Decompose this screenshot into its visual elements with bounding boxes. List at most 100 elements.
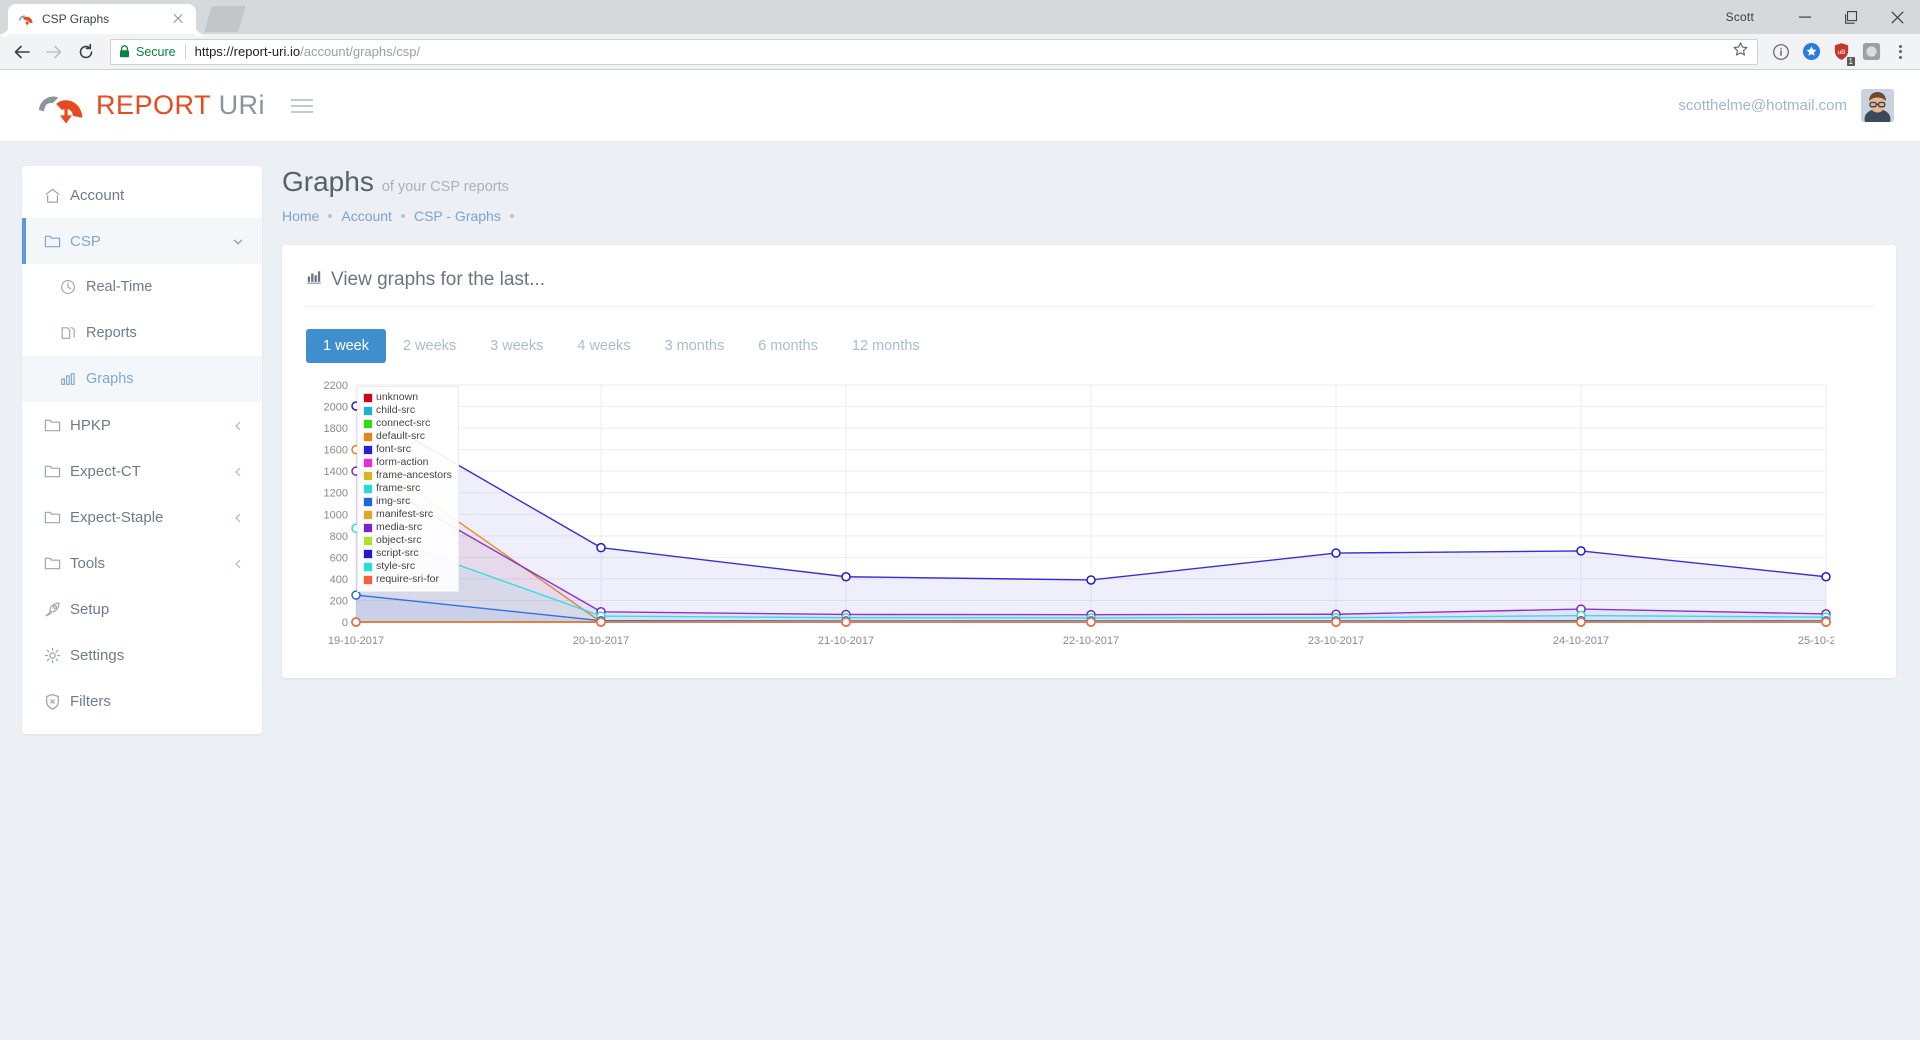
legend-item[interactable]: default-src [363,430,452,443]
svg-text:21-10-2017: 21-10-2017 [818,635,874,647]
hamburger-icon[interactable] [291,99,313,113]
chevron-left-icon[interactable] [232,419,244,431]
chevron-left-icon[interactable] [232,511,244,523]
svg-text:2200: 2200 [324,380,348,392]
breadcrumb-item-csp-graphs[interactable]: CSP - Graphs [414,208,501,224]
user-email: scotthelme@hotmail.com [1678,97,1847,114]
legend-item[interactable]: manifest-src [363,508,452,521]
gear-icon [44,647,70,664]
svg-text:uB: uB [1837,49,1846,56]
legend-item[interactable]: unknown [363,391,452,404]
bar-chart-icon [306,269,322,291]
sidebar-item-label: Real-Time [86,279,244,295]
sidebar-item-expect-staple[interactable]: Expect-Staple [22,494,262,540]
legend-swatch [363,419,373,429]
legend-label: form-action [376,457,429,468]
sidebar-item-hpkp[interactable]: HPKP [22,402,262,448]
sidebar-item-label: Expect-Staple [70,509,232,526]
sidebar-item-label: Setup [70,601,244,618]
shield-blocker-extension-icon[interactable]: uB 1 [1826,36,1856,68]
sidebar-item-tools[interactable]: Tools [22,540,262,586]
legend-item[interactable]: child-src [363,404,452,417]
chevron-left-icon[interactable] [232,465,244,477]
info-circle-icon[interactable] [1766,36,1796,68]
sidebar-item-real-time[interactable]: Real-Time [22,264,262,310]
legend-item[interactable]: form-action [363,456,452,469]
back-arrow-icon[interactable] [6,36,38,68]
tab-2-weeks[interactable]: 2 weeks [386,329,473,363]
url-domain: https://report-uri.io [195,44,301,59]
minimize-icon[interactable] [1782,0,1828,34]
csp-line-chart[interactable]: 0200400600800100012001400160018002000220… [304,377,1874,652]
legend-item[interactable]: frame-ancestors [363,469,452,482]
reload-icon[interactable] [70,36,102,68]
folder-icon [44,555,70,572]
chrome-menu-icon[interactable] [1886,36,1914,68]
breadcrumb-item-account[interactable]: Account [341,208,392,224]
breadcrumb-separator-icon [401,214,405,218]
tab-3-weeks[interactable]: 3 weeks [473,329,560,363]
address-bar[interactable]: Secure https://report-uri.io/account/gra… [110,39,1758,65]
page-title-text: Graphs [282,166,374,197]
chevron-left-icon[interactable] [232,557,244,569]
bookmark-star-icon[interactable] [1732,41,1749,63]
legend-item[interactable]: style-src [363,560,452,573]
range-tabs: 1 week 2 weeks 3 weeks 4 weeks 3 months … [306,329,1874,363]
sidebar-item-reports[interactable]: Reports [22,310,262,356]
close-window-icon[interactable] [1874,0,1920,34]
legend-item[interactable]: connect-src [363,417,452,430]
sidebar-item-label: Filters [70,693,244,710]
legend-item[interactable]: img-src [363,495,452,508]
blue-star-extension-icon[interactable] [1796,36,1826,68]
breadcrumb-item-home[interactable]: Home [282,208,319,224]
sidebar-item-filters[interactable]: Filters [22,678,262,724]
close-tab-icon[interactable] [170,11,186,27]
svg-text:20-10-2017: 20-10-2017 [573,635,629,647]
legend-label: child-src [376,405,415,416]
window-user-label[interactable]: Scott [1726,10,1754,24]
legend-swatch [363,393,373,403]
svg-text:22-10-2017: 22-10-2017 [1063,635,1119,647]
sidebar-item-settings[interactable]: Settings [22,632,262,678]
gray-extension-icon[interactable] [1856,36,1886,68]
sidebar-item-label: HPKP [70,417,232,434]
tab-6-months[interactable]: 6 months [741,329,835,363]
sidebar-item-setup[interactable]: Setup [22,586,262,632]
legend-item[interactable]: object-src [363,534,452,547]
tab-12-months[interactable]: 12 months [835,329,937,363]
sidebar-item-graphs[interactable]: Graphs [22,356,262,402]
folder-icon [44,233,70,250]
sidebar-item-label: Account [70,187,244,204]
folder-icon [44,417,70,434]
chevron-down-icon[interactable] [232,235,244,247]
legend-item[interactable]: font-src [363,443,452,456]
chart-legend: unknownchild-srcconnect-srcdefault-srcfo… [357,386,459,592]
sidebar-item-account[interactable]: Account [22,172,262,218]
legend-item[interactable]: script-src [363,547,452,560]
sidebar-item-csp[interactable]: CSP [22,218,262,264]
folder-icon [44,463,70,480]
legend-swatch [363,536,373,546]
documents-icon [60,325,86,341]
app-logo-text: REPORT URi [96,90,265,121]
legend-item[interactable]: require-sri-for [363,573,452,586]
legend-label: style-src [376,561,415,572]
new-tab-button[interactable] [204,6,245,32]
legend-swatch [363,562,373,572]
sidebar-item-expect-ct[interactable]: Expect-CT [22,448,262,494]
tab-1-week[interactable]: 1 week [306,329,386,363]
svg-text:1800: 1800 [324,423,348,435]
maximize-icon[interactable] [1828,0,1874,34]
browser-tab[interactable]: CSP Graphs [8,4,196,34]
tab-4-weeks[interactable]: 4 weeks [560,329,647,363]
main-content: Graphsof your CSP reports Home Account C… [262,166,1920,734]
legend-item[interactable]: media-src [363,521,452,534]
user-menu[interactable]: scotthelme@hotmail.com [1678,89,1894,122]
avatar[interactable] [1861,89,1894,122]
tab-3-months[interactable]: 3 months [648,329,742,363]
app-logo[interactable]: REPORT URi [38,89,265,123]
sidebar-item-label: Expect-CT [70,463,232,480]
legend-item[interactable]: frame-src [363,482,452,495]
svg-text:400: 400 [330,574,348,586]
browser-toolbar: Secure https://report-uri.io/account/gra… [0,34,1920,70]
